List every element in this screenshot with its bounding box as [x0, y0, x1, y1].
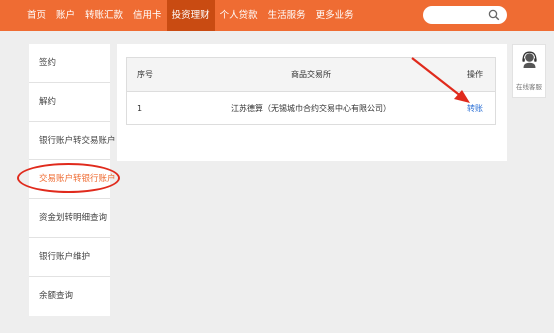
- nav-item-life-services[interactable]: 生活服务: [263, 0, 311, 31]
- transfer-link[interactable]: 转账: [467, 92, 483, 125]
- sidebar-item-bank-to-trading[interactable]: 银行账户转交易账户: [29, 122, 116, 161]
- nav-item-investment[interactable]: 投资理财: [166, 0, 215, 31]
- sidebar-item-bank-account-maintenance[interactable]: 银行账户维护: [29, 238, 110, 277]
- sidebar-menu: 签约 解约 银行账户转交易账户 交易账户转银行账户 资金划转明细查询 银行账户维…: [29, 44, 116, 316]
- nav-item-account[interactable]: 账户: [51, 0, 80, 31]
- nav-item-personal-loan[interactable]: 个人贷款: [215, 0, 263, 31]
- sidebar-item-balance-inquiry[interactable]: 余额查询: [29, 277, 110, 316]
- table-row: 1 江苏德算（无锡城巾合约交易中心有限公司） 转账: [127, 92, 495, 125]
- nav-item-credit-card[interactable]: 信用卡: [128, 0, 167, 31]
- sidebar-item-cancel-contract[interactable]: 解约: [29, 83, 110, 122]
- header-operation: 操作: [467, 70, 483, 79]
- sidebar-item-transfer-history[interactable]: 资金划转明细查询: [29, 199, 110, 238]
- search-input[interactable]: [431, 8, 487, 22]
- header-exchange: 商品交易所: [291, 70, 331, 79]
- nav-item-transfer[interactable]: 转账汇款: [80, 0, 128, 31]
- search-icon[interactable]: [488, 9, 500, 21]
- nav-item-home[interactable]: 首页: [22, 0, 51, 31]
- table-header: 序号 商品交易所 操作: [127, 58, 495, 92]
- search-box: [423, 6, 507, 24]
- nav-item-more-services[interactable]: 更多业务: [311, 0, 359, 31]
- online-service-widget[interactable]: 在线客服: [512, 44, 546, 98]
- customer-service-icon: [522, 51, 537, 68]
- main-panel: 序号 商品交易所 操作 1 江苏德算（无锡城巾合约交易中心有限公司） 转账: [117, 44, 507, 161]
- online-service-label: 在线客服: [516, 83, 542, 91]
- exchange-table: 序号 商品交易所 操作 1 江苏德算（无锡城巾合约交易中心有限公司） 转账: [126, 57, 496, 125]
- sidebar-item-trading-to-bank[interactable]: 交易账户转银行账户: [29, 160, 116, 200]
- row-exchange-name: 江苏德算（无锡城巾合约交易中心有限公司）: [231, 104, 391, 113]
- main-nav: 首页 账户 转账汇款 信用卡 投资理财 个人贷款 生活服务 更多业务: [22, 0, 359, 31]
- top-nav-bar: 首页 账户 转账汇款 信用卡 投资理财 个人贷款 生活服务 更多业务: [0, 0, 554, 31]
- sidebar-item-sign-up[interactable]: 签约: [29, 44, 110, 83]
